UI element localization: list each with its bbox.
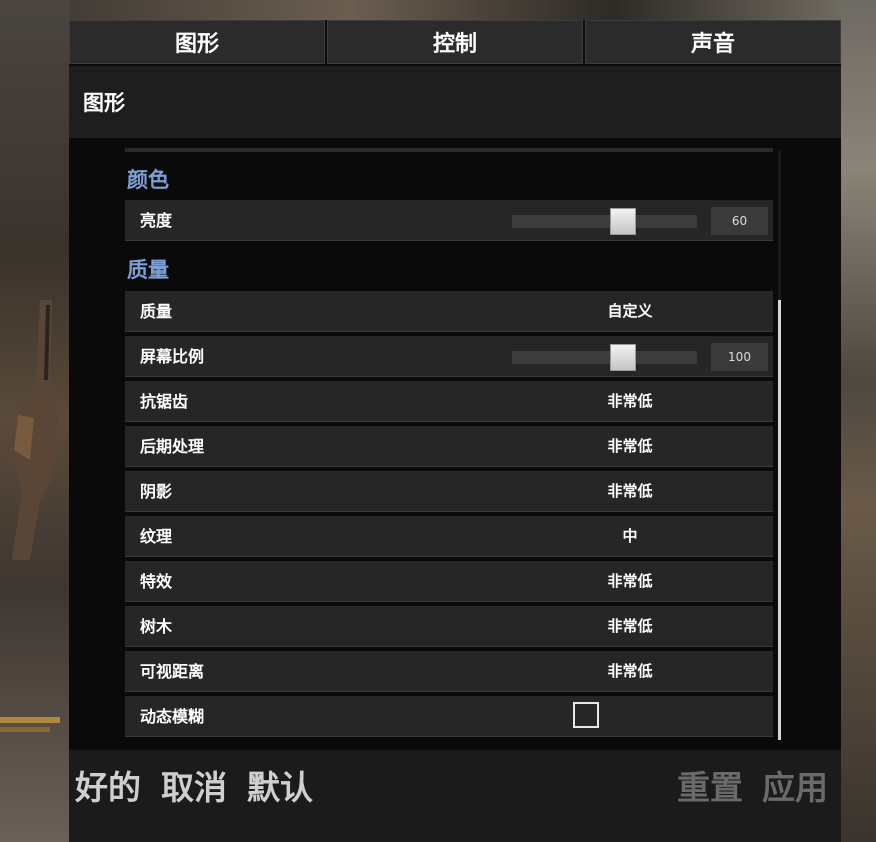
quality-dropdown[interactable]: 自定义 <box>565 291 695 332</box>
tab-bar: 图形 控制 声音 <box>69 20 841 66</box>
setting-label: 动态模糊 <box>140 707 205 726</box>
slider-thumb[interactable] <box>610 208 636 235</box>
settings-panel: 图形 控制 声音 图形 颜色 亮度 60 质量 质量 自定义 屏幕比例 100 <box>69 20 841 842</box>
scrollbar[interactable] <box>778 150 781 740</box>
motion-blur-checkbox[interactable] <box>573 702 599 728</box>
section-title: 图形 <box>69 66 841 138</box>
view-distance-dropdown[interactable]: 非常低 <box>565 651 695 692</box>
post-processing-dropdown[interactable]: 非常低 <box>565 426 695 467</box>
setting-row-effects[interactable]: 特效 非常低 <box>125 561 773 602</box>
effects-dropdown[interactable]: 非常低 <box>565 561 695 602</box>
setting-label: 亮度 <box>140 211 173 230</box>
cancel-button[interactable]: 取消 <box>161 764 227 812</box>
shadows-dropdown[interactable]: 非常低 <box>565 471 695 512</box>
rifle-image <box>10 300 58 560</box>
group-title-quality: 质量 <box>127 258 169 282</box>
setting-row-textures[interactable]: 纹理 中 <box>125 516 773 557</box>
screen-scale-value-field[interactable]: 100 <box>711 343 768 371</box>
group-title-color: 颜色 <box>127 168 169 192</box>
setting-row-anti-aliasing[interactable]: 抗锯齿 非常低 <box>125 381 773 422</box>
setting-label: 屏幕比例 <box>140 347 205 366</box>
setting-row-brightness: 亮度 60 <box>125 200 773 241</box>
scrollbar-thumb[interactable] <box>778 300 781 740</box>
setting-label: 纹理 <box>140 527 173 546</box>
divider <box>125 148 773 152</box>
brightness-value-field[interactable]: 60 <box>711 207 768 235</box>
brightness-slider[interactable] <box>512 208 697 235</box>
setting-row-quality[interactable]: 质量 自定义 <box>125 291 773 332</box>
setting-label: 后期处理 <box>140 437 205 456</box>
tab-graphics[interactable]: 图形 <box>69 20 325 64</box>
screen-scale-slider[interactable] <box>512 344 697 371</box>
setting-label: 质量 <box>140 302 173 321</box>
ok-button[interactable]: 好的 <box>75 764 141 812</box>
setting-row-motion-blur: 动态模糊 <box>125 696 773 737</box>
setting-row-shadows[interactable]: 阴影 非常低 <box>125 471 773 512</box>
foliage-dropdown[interactable]: 非常低 <box>565 606 695 647</box>
setting-row-screen-scale: 屏幕比例 100 <box>125 336 773 377</box>
setting-label: 抗锯齿 <box>140 392 189 411</box>
slider-thumb[interactable] <box>610 344 636 371</box>
setting-label: 特效 <box>140 572 173 591</box>
default-button[interactable]: 默认 <box>247 764 313 812</box>
setting-row-view-distance[interactable]: 可视距离 非常低 <box>125 651 773 692</box>
settings-list: 颜色 亮度 60 质量 质量 自定义 屏幕比例 100 抗锯齿 非常低 后期处理 <box>69 138 841 750</box>
background-right <box>840 0 876 842</box>
apply-button[interactable]: 应用 <box>762 764 828 812</box>
textures-dropdown[interactable]: 中 <box>565 516 695 557</box>
tab-controls[interactable]: 控制 <box>327 20 583 64</box>
setting-label: 阴影 <box>140 482 173 501</box>
setting-row-foliage[interactable]: 树木 非常低 <box>125 606 773 647</box>
reset-button[interactable]: 重置 <box>677 764 743 812</box>
anti-aliasing-dropdown[interactable]: 非常低 <box>565 381 695 422</box>
tab-sound[interactable]: 声音 <box>585 20 841 64</box>
bullets-image <box>0 717 60 732</box>
footer-bar: 好的 取消 默认 重置 应用 <box>69 750 841 842</box>
setting-row-post-processing[interactable]: 后期处理 非常低 <box>125 426 773 467</box>
setting-label: 可视距离 <box>140 662 205 681</box>
setting-label: 树木 <box>140 617 173 636</box>
